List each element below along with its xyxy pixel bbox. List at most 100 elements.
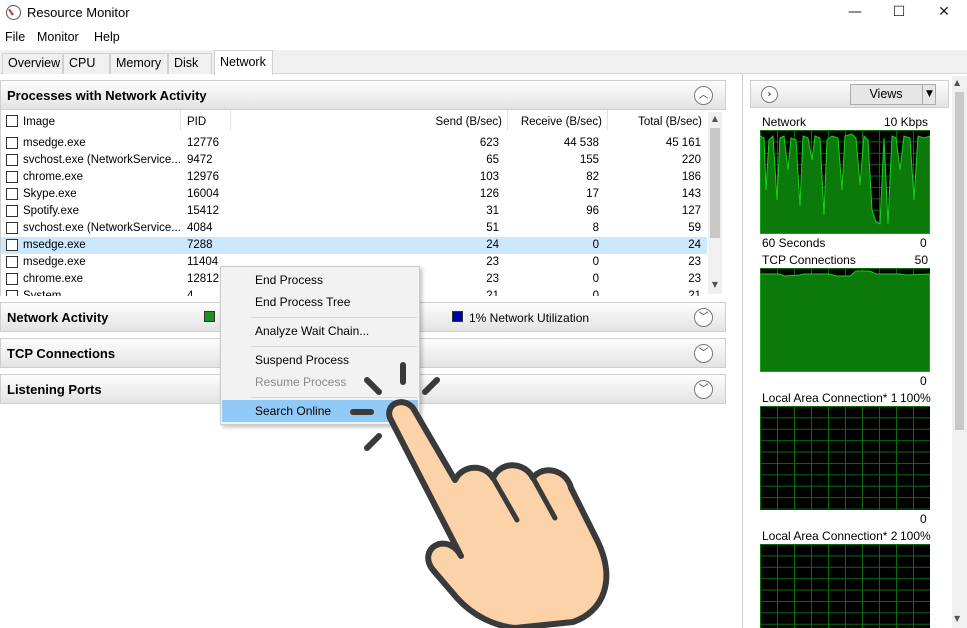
expand-network-activity-button[interactable]: ﹀ [694,308,713,327]
panel-splitter[interactable] [742,74,743,628]
cell-image: chrome.exe [23,171,84,183]
row-checkbox[interactable] [6,188,18,200]
graphs-header: › Views ▼ [750,80,949,108]
tab-cpu[interactable]: CPU [63,53,110,74]
minimize-button[interactable]: — [832,0,878,26]
row-checkbox[interactable] [6,273,18,285]
scroll-down-icon[interactable]: ▼ [708,280,722,289]
cell-send: 24 [486,239,499,251]
cell-total: 24 [688,239,701,251]
menu-file[interactable]: File [5,30,25,44]
graph-network-max: 10 Kbps [883,115,928,129]
graph-network-timespan: 60 Seconds [762,236,826,250]
table-row[interactable]: chrome.exe 12976 103 82 186 [1,169,707,186]
row-checkbox[interactable] [6,290,18,296]
cell-receive: 155 [579,154,599,166]
tcp-graph-area [760,270,930,372]
cell-receive: 0 [592,273,599,285]
column-pid[interactable]: PID [187,116,206,128]
select-all-checkbox[interactable] [6,115,18,127]
table-row[interactable]: Spotify.exe 15412 31 96 127 [1,203,707,220]
cell-total: 45 161 [665,137,701,149]
window-title: Resource Monitor [27,5,130,20]
listening-ports-title: Listening Ports [7,382,102,397]
scroll-up-icon[interactable]: ▲ [708,114,722,123]
cell-total: 59 [688,222,701,234]
graph-tcp-title: TCP Connections [762,253,856,267]
tab-disk[interactable]: Disk [168,53,212,74]
expand-graphs-button[interactable]: › [761,86,778,103]
network-activity-title: Network Activity [7,310,109,325]
cell-total: 23 [688,256,701,268]
row-checkbox[interactable] [6,154,18,166]
sort-indicator-icon: ⌃ [654,110,661,116]
views-dropdown-icon[interactable]: ▼ [922,85,936,104]
graph-lac2 [760,544,930,628]
row-checkbox[interactable] [6,239,18,251]
row-checkbox[interactable] [6,222,18,234]
processes-scrollbar[interactable]: ▲ ▼ [708,112,722,294]
cell-send: 51 [486,222,499,234]
table-row[interactable]: svchost.exe (NetworkService... 4084 51 8 59 [1,220,707,237]
scrollbar-thumb[interactable] [710,128,720,238]
cell-pid: 12976 [187,171,219,183]
row-checkbox[interactable] [6,256,18,268]
column-image[interactable]: Image [23,116,55,128]
table-row[interactable]: svchost.exe (NetworkService... 9472 65 155 2… [1,152,707,169]
column-send[interactable]: Send (B/sec) [401,116,502,128]
network-graph-area [760,133,930,234]
cell-image: msedge.exe [23,256,86,268]
expand-listening-ports-button[interactable]: ﹀ [694,380,713,399]
cell-pid: 15412 [187,205,219,217]
graphs-scrollbar[interactable]: ▲ ▼ [952,76,967,628]
cell-receive: 17 [586,188,599,200]
cell-image: msedge.exe [23,137,86,149]
cell-send: 103 [479,171,499,183]
cell-receive: 82 [586,171,599,183]
cell-send: 65 [486,154,499,166]
cell-total: 23 [688,273,701,285]
graph-tcp [760,268,930,372]
graph-lac1-max: 100% [900,391,931,405]
cell-image: msedge.exe [23,239,86,251]
graph-tcp-max: 50 [914,253,928,267]
collapse-processes-button[interactable]: ︿ [694,86,713,105]
menu-end-process[interactable]: End Process [222,269,418,291]
cell-receive: 8 [592,222,599,234]
table-row[interactable]: msedge.exe 12776 623 44 538 45 161 [1,135,707,152]
row-checkbox[interactable] [6,205,18,217]
tab-overview[interactable]: Overview [2,53,63,74]
cell-pid: 12776 [187,137,219,149]
cell-pid: 9472 [187,154,213,166]
menu-help[interactable]: Help [94,30,120,44]
graph-lac2-title: Local Area Connection* 2 [762,529,898,543]
column-receive[interactable]: Receive (B/sec) [507,116,602,128]
table-row[interactable]: msedge.exe 7288 24 0 24 [1,237,707,254]
row-checkbox[interactable] [6,137,18,149]
processes-section-title: Processes with Network Activity [7,88,207,103]
menu-end-process-tree[interactable]: End Process Tree [222,291,418,313]
processes-section-header[interactable]: Processes with Network Activity ︿ [0,80,726,110]
cell-receive: 0 [592,256,599,268]
graphs-scroll-up-icon[interactable]: ▲ [954,78,960,87]
menu-analyze-wait-chain[interactable]: Analyze Wait Chain... [222,320,418,342]
cell-image: Spotify.exe [23,205,80,217]
close-button[interactable]: ✕ [921,0,967,26]
graphs-scrollbar-thumb[interactable] [955,92,964,430]
graph-tcp-min: 0 [920,374,927,388]
column-total[interactable]: Total (B/sec) [607,116,702,128]
cell-receive: 0 [592,239,599,251]
table-row[interactable]: Skype.exe 16004 126 17 143 [1,186,707,203]
cell-receive: 96 [586,205,599,217]
row-checkbox[interactable] [6,171,18,183]
expand-tcp-connections-button[interactable]: ﹀ [694,344,713,363]
pointing-hand-icon [350,362,610,628]
cell-total: 127 [681,205,701,217]
maximize-button[interactable]: ☐ [876,0,922,26]
tab-memory[interactable]: Memory [110,53,168,74]
graphs-scroll-down-icon[interactable]: ▼ [954,614,960,623]
tab-network[interactable]: Network [214,50,273,75]
tab-strip: Overview CPU Memory Disk Network [0,50,967,75]
menu-monitor[interactable]: Monitor [37,30,79,44]
cell-pid: 4084 [187,222,213,234]
